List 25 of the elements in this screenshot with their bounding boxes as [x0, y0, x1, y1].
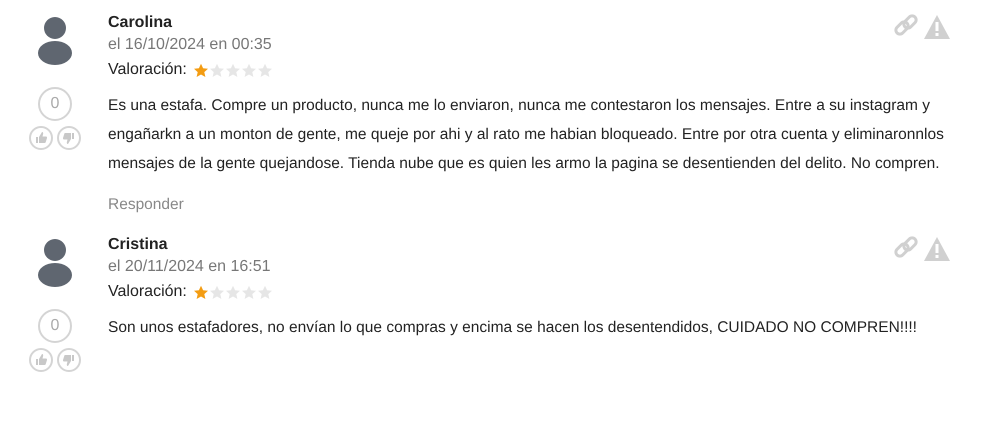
reply-link[interactable]: Responder: [108, 196, 184, 214]
vote-score: 0: [38, 309, 72, 343]
thumbs-down-button[interactable]: [57, 126, 81, 150]
rating-label: Valoración:: [108, 283, 187, 301]
thumbs-up-icon: [33, 352, 49, 368]
rating-label: Valoración:: [108, 61, 187, 79]
review-date: el 16/10/2024 en 00:35: [108, 36, 272, 54]
thumbs-up-icon: [33, 130, 49, 146]
review-text: Son unos estafadores, no envían lo que compras y encima se hacen los desentendidos, CUIDADO NO COMPREN!!!!: [108, 318, 918, 338]
thumbs-down-icon: [61, 130, 77, 146]
thumbs-up-button[interactable]: [29, 126, 53, 150]
author-name: Carolina: [108, 14, 174, 32]
author-name: Cristina: [108, 236, 169, 254]
thumbs-down-button[interactable]: [57, 348, 81, 372]
thumbs-up-button[interactable]: [29, 348, 53, 372]
avatar-icon: [37, 238, 73, 287]
filled-star-icon: [192, 62, 209, 78]
filled-star-icon: [192, 284, 209, 300]
review-date: el 20/11/2024 en 16:51: [108, 258, 271, 276]
vote-score: 0: [38, 87, 72, 121]
warning-icon[interactable]: [923, 236, 951, 262]
warning-icon[interactable]: [923, 14, 951, 40]
avatar-icon: [37, 16, 73, 65]
thumbs-down-icon: [61, 352, 77, 368]
review-text: Es una estafa. Compre un producto, nunca me lo enviaron, nunca me contestaron los mensajes. Entre a su instagram y engañarkn a un monton de gente, me queje por ahi y al rato me habian bloqueado. Entre por otra cuenta y eliminaronnlos mensajes de la gente quejandose. Tienda nube que es quien les armo la pagina se desentienden del delito. No compren.: [108, 96, 945, 174]
